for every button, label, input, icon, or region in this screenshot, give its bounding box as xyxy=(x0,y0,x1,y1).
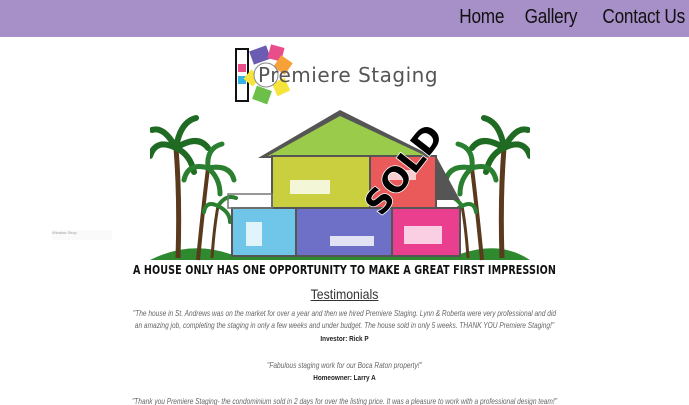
testimonial-1-author: Investor: Rick P xyxy=(320,334,369,343)
logo-word-1: Premiere xyxy=(258,63,352,87)
tagline: A HOUSE ONLY HAS ONE OPPORTUNITY TO MAKE… xyxy=(132,263,556,277)
testimonial-2-author: Homeowner: Larry A xyxy=(313,373,376,382)
window-shop-widget[interactable]: Window Shop xyxy=(52,230,112,240)
testimonial-1-quote-line-2: an amazing job, completing the staging i… xyxy=(134,321,555,330)
nav-gallery-link[interactable]: Gallery xyxy=(524,6,577,29)
logo-text: Premiere Staging xyxy=(258,63,438,87)
nav-contact-link[interactable]: Contact Us xyxy=(602,6,685,29)
testimonials-heading: Testimonials xyxy=(310,286,379,302)
testimonial-1-quote-line-1: "The house in St. Andrews was on the mar… xyxy=(132,309,557,318)
testimonial-2-quote: "Fabulous staging work for our Boca Rato… xyxy=(267,361,422,370)
house-illustration: SOLD xyxy=(150,110,530,261)
testimonial-3-quote: "Thank you Premiere Staging- the condomi… xyxy=(131,397,558,405)
logo-word-2: Staging xyxy=(358,63,439,87)
nav-links: Home Gallery Contact Us xyxy=(452,6,685,29)
nav-home-link[interactable]: Home xyxy=(459,6,504,29)
top-nav-bar: Home Gallery Contact Us xyxy=(0,0,689,37)
palm-tree-left-icon xyxy=(150,115,238,261)
